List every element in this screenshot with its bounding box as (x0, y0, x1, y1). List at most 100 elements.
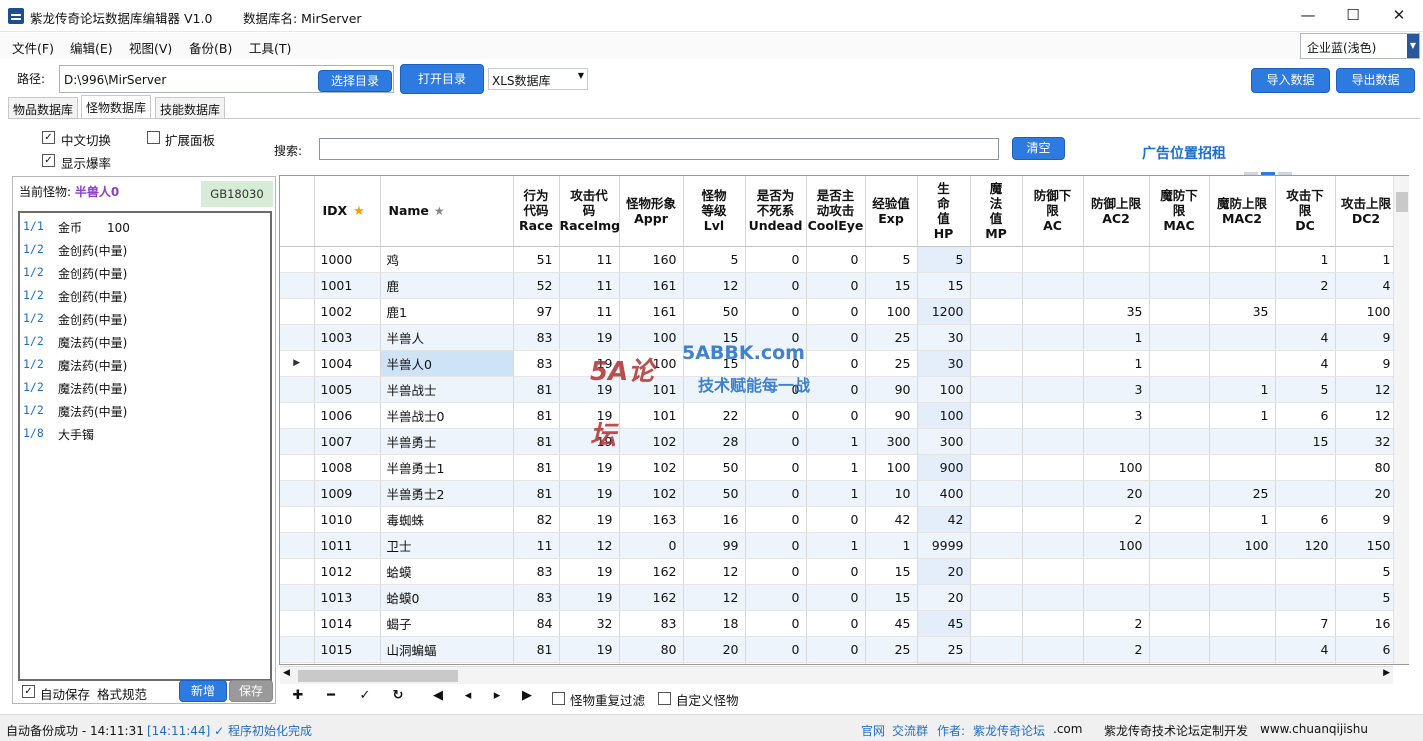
cell-exp[interactable]: 300 (865, 428, 918, 455)
drop-item[interactable]: 1/2 金创药(中量) (20, 284, 270, 307)
cell-cooleye[interactable]: 0 (806, 636, 866, 663)
cell-cooleye[interactable]: 0 (806, 610, 866, 637)
cell-dc2[interactable] (1335, 662, 1398, 664)
menu-file[interactable]: 文件(F) (12, 38, 54, 57)
cell-ac[interactable] (1022, 610, 1084, 637)
cell-mac2[interactable] (1209, 324, 1276, 351)
row-header[interactable] (280, 532, 315, 559)
import-data-button[interactable]: 导入数据 (1251, 68, 1330, 93)
cell-mac2[interactable] (1209, 272, 1276, 299)
cell-lvl[interactable] (683, 662, 746, 664)
cell-ac2[interactable]: 1 (1083, 324, 1150, 351)
cell-mp[interactable] (970, 480, 1023, 507)
cell-mac[interactable] (1149, 610, 1210, 637)
cell-raceimg[interactable]: 19 (559, 636, 620, 663)
column-header-dc2[interactable]: 攻击上限 DC2 (1335, 176, 1398, 247)
cell-dc[interactable] (1275, 298, 1336, 325)
cell-dc2[interactable]: 9 (1335, 506, 1398, 533)
cell-dc[interactable]: 7 (1275, 610, 1336, 637)
cell-ac[interactable] (1022, 584, 1084, 611)
cell-exp[interactable]: 100 (865, 298, 918, 325)
cell-hp[interactable] (917, 662, 971, 664)
cell-dc[interactable]: 120 (1275, 532, 1336, 559)
cell-hp[interactable]: 400 (917, 480, 971, 507)
cell-name[interactable]: 半兽勇士 (380, 428, 514, 455)
cell-undead[interactable]: 0 (745, 506, 807, 533)
cell-ac[interactable] (1022, 636, 1084, 663)
cell-mp[interactable] (970, 662, 1023, 664)
drop-item[interactable]: 1/8 大手镯 (20, 422, 270, 445)
cell-hp[interactable]: 15 (917, 272, 971, 299)
drop-item[interactable]: 1/1 金币 100 (20, 215, 270, 238)
cell-appr[interactable]: 102 (619, 428, 684, 455)
table-row[interactable]: 1000 鸡 51 11 160 5 0 0 5 5 1 1 (280, 246, 1398, 273)
monster-grid[interactable]: IDX ★ Name ★ 行为 代码 Race 攻击代码 RaceImg 怪物形象 Appr 怪物 等级… (279, 175, 1409, 665)
cell-mp[interactable] (970, 610, 1023, 637)
cell-ac2[interactable]: 35 (1083, 298, 1150, 325)
scroll-right-icon[interactable]: ▶ (1383, 668, 1390, 678)
cell-dc[interactable] (1275, 454, 1336, 481)
cell-lvl[interactable]: 50 (683, 480, 746, 507)
column-header-ac2[interactable]: 防御上限 AC2 (1083, 176, 1150, 247)
first-record-icon[interactable]: ◀ (428, 688, 448, 703)
cell-ac[interactable] (1022, 506, 1084, 533)
cell-exp[interactable]: 5 (865, 246, 918, 273)
column-header-name[interactable]: Name ★ (380, 176, 514, 247)
row-header[interactable] (280, 246, 315, 273)
cell-ac[interactable] (1022, 246, 1084, 273)
next-record-icon[interactable]: ▸ (487, 688, 507, 703)
row-header[interactable] (280, 480, 315, 507)
cell-dc2[interactable]: 16 (1335, 610, 1398, 637)
cell-cooleye[interactable]: 0 (806, 298, 866, 325)
cell-exp[interactable]: 15 (865, 272, 918, 299)
drop-item[interactable]: 1/2 魔法药(中量) (20, 399, 270, 422)
row-header[interactable] (280, 376, 315, 403)
minimize-button[interactable]: — (1285, 0, 1331, 32)
cell-mac[interactable] (1149, 558, 1210, 585)
cell-mp[interactable] (970, 298, 1023, 325)
cell-dc[interactable] (1275, 558, 1336, 585)
cell-ac2[interactable]: 3 (1083, 402, 1150, 429)
cell-exp[interactable]: 90 (865, 402, 918, 429)
cell-mac2[interactable] (1209, 428, 1276, 455)
cell-name[interactable]: 山洞蝙蝠 (380, 636, 514, 663)
cell-hp[interactable]: 5 (917, 246, 971, 273)
cell-cooleye[interactable]: 1 (806, 532, 866, 559)
cell-lvl[interactable]: 12 (683, 272, 746, 299)
table-row[interactable]: 1009 半兽勇士2 81 19 102 50 0 1 10 400 20 25 20 (280, 480, 1398, 507)
table-row[interactable]: 1007 半兽勇士 81 19 102 28 0 1 300 300 15 32 (280, 428, 1398, 455)
prev-record-icon[interactable]: ◂ (458, 688, 478, 703)
cell-ac2[interactable]: 2 (1083, 506, 1150, 533)
cell-race[interactable]: 81 (513, 636, 560, 663)
cell-appr[interactable]: 102 (619, 480, 684, 507)
column-header-dc[interactable]: 攻击下限 DC (1275, 176, 1336, 247)
cell-undead[interactable]: 0 (745, 584, 807, 611)
cell-undead[interactable]: 0 (745, 298, 807, 325)
cell-mac2[interactable] (1209, 610, 1276, 637)
cell-hp[interactable]: 30 (917, 350, 971, 377)
vertical-scroll-thumb[interactable] (1396, 192, 1408, 212)
cell-raceimg[interactable]: 11 (559, 298, 620, 325)
menu-view[interactable]: 视图(V) (129, 38, 172, 57)
cell-lvl[interactable]: 50 (683, 298, 746, 325)
cell-raceimg[interactable]: 11 (559, 272, 620, 299)
search-input[interactable] (319, 138, 999, 160)
cell-ac[interactable] (1022, 298, 1084, 325)
menu-edit[interactable]: 编辑(E) (70, 38, 113, 57)
cell-race[interactable]: 81 (513, 480, 560, 507)
cell-lvl[interactable]: 18 (683, 610, 746, 637)
cell-cooleye[interactable]: 1 (806, 480, 866, 507)
cell-lvl[interactable]: 20 (683, 636, 746, 663)
cell-ac[interactable] (1022, 272, 1084, 299)
row-header[interactable] (280, 636, 315, 663)
cell-name[interactable]: 半兽人0 (380, 350, 514, 377)
cell-dc2[interactable]: 12 (1335, 376, 1398, 403)
column-header-ac[interactable]: 防御下限 AC (1022, 176, 1084, 247)
cell-idx[interactable]: 1014 (314, 610, 381, 637)
cell-lvl[interactable]: 16 (683, 506, 746, 533)
cell-name[interactable]: 半兽勇士1 (380, 454, 514, 481)
cell-dc2[interactable]: 5 (1335, 584, 1398, 611)
cell-dc[interactable]: 5 (1275, 376, 1336, 403)
cell-cooleye[interactable]: 0 (806, 584, 866, 611)
cell-raceimg[interactable]: 19 (559, 480, 620, 507)
